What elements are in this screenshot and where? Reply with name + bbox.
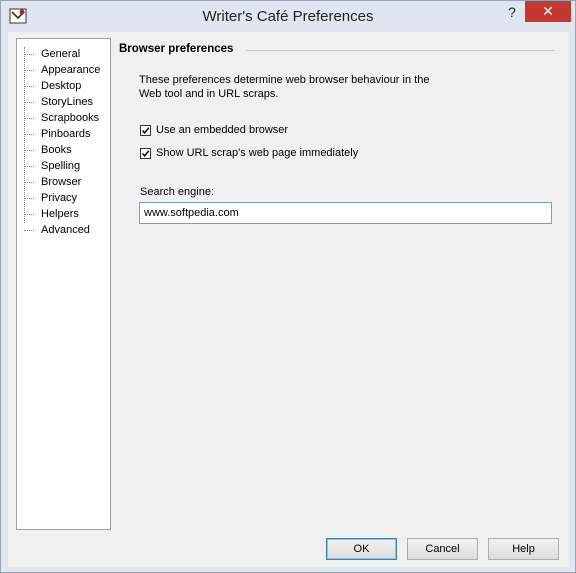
search-engine-label: Search engine: (140, 186, 214, 198)
tree-branch (24, 86, 34, 87)
tree-branch (24, 118, 34, 119)
tree-branch (24, 214, 34, 215)
show-url-page-label: Show URL scrap's web page immediately (156, 147, 359, 159)
tree-item-label: Privacy (41, 192, 78, 204)
title-bar[interactable]: Writer's Café Preferences ? ✕ (1, 1, 575, 32)
section-divider (246, 50, 555, 51)
tree-branch (24, 70, 34, 71)
window-title: Writer's Café Preferences (202, 8, 374, 25)
dialog-client-area: General Appearance Desktop StoryLines Sc… (8, 32, 569, 567)
tree-item-label: Browser (41, 176, 82, 188)
tree-item-spelling[interactable]: Spelling (17, 159, 109, 175)
tree-item-privacy[interactable]: Privacy (17, 191, 109, 207)
tree-item-label: Scrapbooks (41, 112, 100, 124)
tree-branch (24, 102, 34, 103)
tree-item-pinboards[interactable]: Pinboards (17, 127, 109, 143)
show-url-page-checkbox[interactable] (140, 148, 151, 159)
search-engine-input[interactable] (139, 202, 552, 224)
section-title: Browser preferences (119, 43, 234, 55)
tree-item-books[interactable]: Books (17, 143, 109, 159)
preferences-category-tree[interactable]: General Appearance Desktop StoryLines Sc… (16, 38, 111, 530)
tree-branch (24, 182, 34, 183)
tree-item-label: Pinboards (41, 128, 91, 140)
tree-item-label: Appearance (41, 64, 101, 76)
tree-branch (24, 198, 34, 199)
tree-item-label: Spelling (41, 160, 81, 172)
tree-branch (24, 150, 34, 151)
help-button[interactable]: Help (488, 538, 559, 560)
tree-item-storylines[interactable]: StoryLines (17, 95, 109, 111)
tree-branch (24, 230, 34, 231)
tree-item-desktop[interactable]: Desktop (17, 79, 109, 95)
tree-item-label: StoryLines (41, 96, 93, 108)
close-icon[interactable]: ✕ (525, 1, 571, 22)
preferences-window: Writer's Café Preferences ? ✕ General Ap… (0, 0, 576, 573)
tree-item-label: General (41, 48, 81, 60)
section-description: These preferences determine web browser … (139, 74, 430, 100)
tree-branch (24, 134, 34, 135)
tree-item-label: Advanced (41, 224, 90, 236)
embedded-browser-checkbox[interactable] (140, 125, 151, 136)
tree-item-label: Desktop (41, 80, 82, 92)
tree-branch (24, 54, 34, 55)
ok-button[interactable]: OK (326, 538, 397, 560)
tree-branch (24, 166, 34, 167)
checkmark-icon (141, 127, 150, 134)
tree-item-appearance[interactable]: Appearance (17, 63, 109, 79)
tree-item-browser[interactable]: Browser (17, 175, 109, 191)
tree-item-general[interactable]: General (17, 47, 109, 63)
help-question-icon[interactable]: ? (499, 1, 525, 23)
tree-item-helpers[interactable]: Helpers (17, 207, 109, 223)
checkmark-icon (141, 150, 150, 157)
tree-item-scrapbooks[interactable]: Scrapbooks (17, 111, 109, 127)
embedded-browser-label: Use an embedded browser (156, 124, 289, 136)
tree-item-advanced[interactable]: Advanced (17, 223, 109, 239)
cancel-button[interactable]: Cancel (407, 538, 478, 560)
tree-item-label: Books (41, 144, 72, 156)
tree-item-label: Helpers (41, 208, 79, 220)
